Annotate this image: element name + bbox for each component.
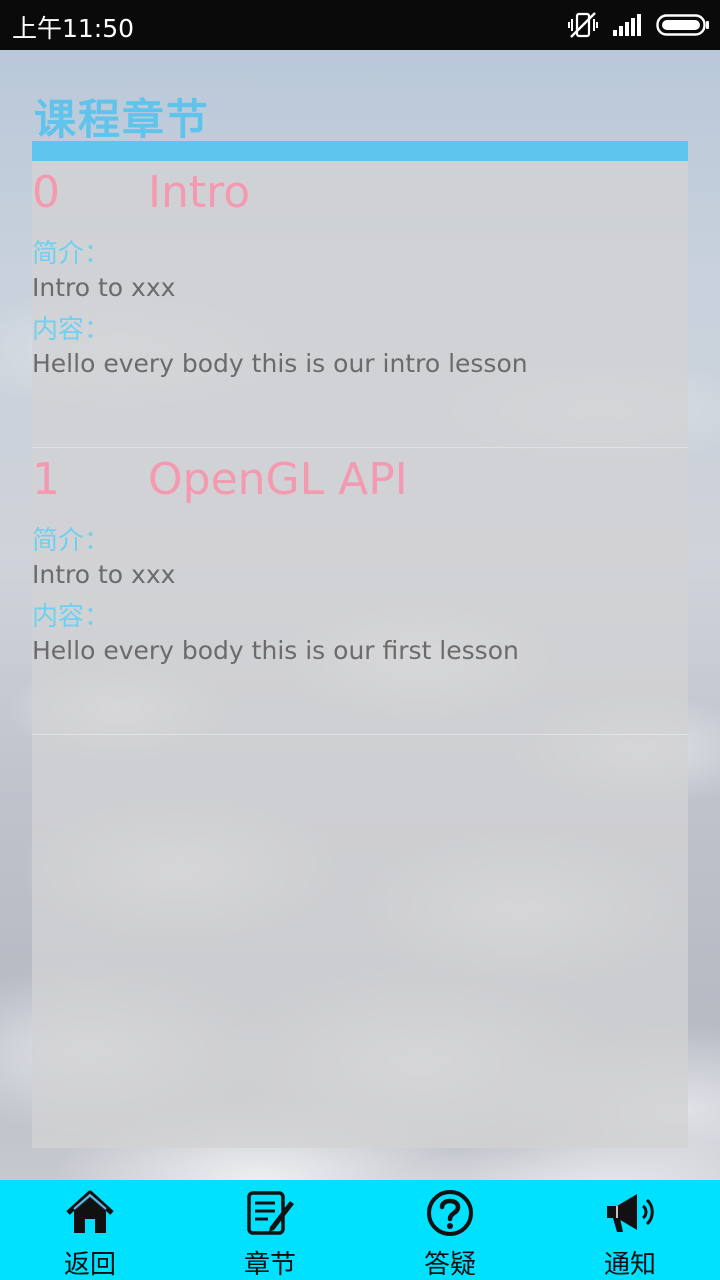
nav-label: 答疑 [423,1250,476,1280]
chapter-list-card: 0 Intro 简介： Intro to xxx 内容： Hello every… [32,141,688,1148]
page-title: 课程章节 [34,95,211,144]
home-icon [60,1188,120,1238]
card-accent-bar [32,141,688,161]
chapter-content-label: 内容： [32,602,111,632]
chapter-intro-label: 简介： [32,526,111,556]
chapter-intro-text: Intro to xxx [32,560,176,589]
chapter-item[interactable]: 1 OpenGL API 简介： Intro to xxx 内容： Hello … [32,448,688,735]
nav-back-button[interactable]: 返回 [0,1180,180,1280]
megaphone-icon [600,1188,660,1238]
status-time: 上午11:50 [12,14,135,43]
chapter-intro-label: 简介： [32,239,111,269]
nav-notice-button[interactable]: 通知 [540,1180,720,1280]
chapter-number: 0 [32,167,60,218]
vibrate-off-icon [568,12,598,38]
nav-chapters-button[interactable]: 章节 [180,1180,360,1280]
status-bar: 上午11:50 [0,0,720,50]
question-icon [420,1188,480,1238]
signal-icon [613,14,641,36]
edit-note-icon [240,1188,300,1238]
nav-label: 章节 [243,1250,296,1280]
chapter-content-text: Hello every body this is our intro lesso… [32,349,528,378]
chapter-number: 1 [32,454,60,505]
nav-label: 返回 [63,1250,116,1280]
chapter-content-text: Hello every body this is our first lesso… [32,636,519,665]
nav-label: 通知 [603,1250,656,1280]
chapter-content-label: 内容： [32,315,111,345]
battery-icon [656,14,709,36]
chapter-intro-text: Intro to xxx [32,273,176,302]
chapter-name: OpenGL API [148,454,408,505]
status-icons [568,10,710,40]
bottom-nav: 返回 章节 答疑 通知 [0,1180,720,1280]
nav-qa-button[interactable]: 答疑 [360,1180,540,1280]
chapter-item[interactable]: 0 Intro 简介： Intro to xxx 内容： Hello every… [32,161,688,448]
chapter-name: Intro [148,167,251,218]
